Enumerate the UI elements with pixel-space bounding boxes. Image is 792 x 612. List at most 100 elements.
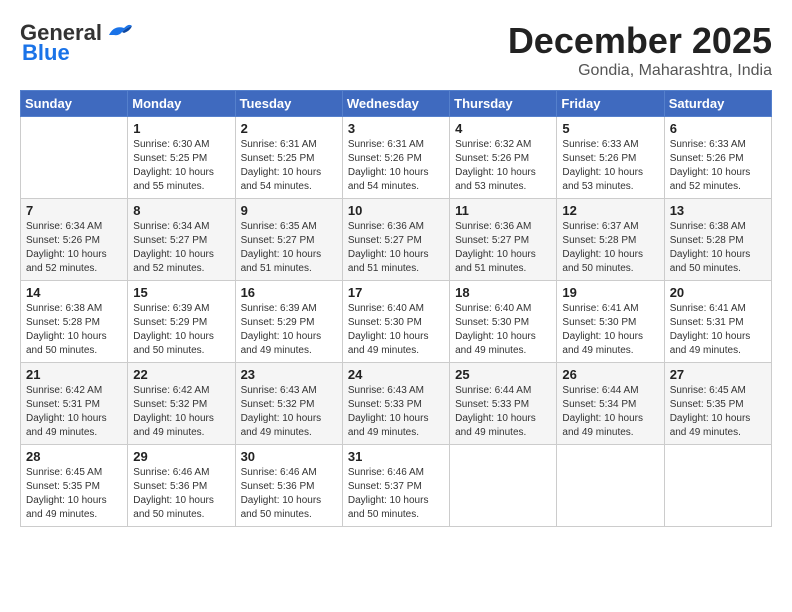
title-section: December 2025 Gondia, Maharashtra, India [508, 20, 772, 80]
day-number: 19 [562, 285, 658, 300]
day-number: 7 [26, 203, 122, 218]
calendar-day-cell: 20Sunrise: 6:41 AMSunset: 5:31 PMDayligh… [664, 281, 771, 363]
calendar-day-cell: 17Sunrise: 6:40 AMSunset: 5:30 PMDayligh… [342, 281, 449, 363]
day-info: Sunrise: 6:32 AMSunset: 5:26 PMDaylight:… [455, 138, 551, 194]
day-info: Sunrise: 6:38 AMSunset: 5:28 PMDaylight:… [26, 302, 122, 358]
day-info: Sunrise: 6:40 AMSunset: 5:30 PMDaylight:… [348, 302, 444, 358]
calendar-day-cell: 16 Sunrise: 6:39 AMSunset: 5:29 PMDayligh… [235, 281, 342, 363]
calendar-day-cell: 7 Sunrise: 6:34 AMSunset: 5:26 PMDaylight… [21, 199, 128, 281]
day-number: 25 [455, 367, 551, 382]
day-info: Sunrise: 6:37 AMSunset: 5:28 PMDaylight:… [562, 220, 658, 276]
day-info: Sunrise: 6:31 AMSunset: 5:26 PMDaylight:… [348, 138, 444, 194]
day-number: 18 [455, 285, 551, 300]
day-info: Sunrise: 6:43 AMSunset: 5:32 PMDaylight:… [241, 384, 337, 440]
day-number: 11 [455, 203, 551, 218]
calendar-day-cell: 10 Sunrise: 6:36 AMSunset: 5:27 PMDayligh… [342, 199, 449, 281]
day-info: Sunrise: 6:40 AMSunset: 5:30 PMDaylight:… [455, 302, 551, 358]
day-number: 5 [562, 121, 658, 136]
calendar-day-cell: 5 Sunrise: 6:33 AMSunset: 5:26 PMDaylight… [557, 117, 664, 199]
day-number: 2 [241, 121, 337, 136]
calendar-day-cell: 27 Sunrise: 6:45 AMSunset: 5:35 PMDayligh… [664, 363, 771, 445]
logo-bird-icon [104, 20, 134, 40]
calendar-day-cell [450, 445, 557, 527]
calendar-day-cell: 25 Sunrise: 6:44 AMSunset: 5:33 PMDayligh… [450, 363, 557, 445]
day-info: Sunrise: 6:42 AMSunset: 5:32 PMDaylight:… [133, 384, 229, 440]
day-number: 13 [670, 203, 766, 218]
weekday-header: Thursday [450, 91, 557, 117]
day-info: Sunrise: 6:33 AMSunset: 5:26 PMDaylight:… [670, 138, 766, 194]
calendar-day-cell: 14 Sunrise: 6:38 AMSunset: 5:28 PMDayligh… [21, 281, 128, 363]
calendar-day-cell: 4 Sunrise: 6:32 AMSunset: 5:26 PMDaylight… [450, 117, 557, 199]
page-header: General Blue December 2025 Gondia, Mahar… [20, 20, 772, 80]
calendar-day-cell [664, 445, 771, 527]
calendar-day-cell: 13 Sunrise: 6:38 AMSunset: 5:28 PMDayligh… [664, 199, 771, 281]
day-number: 14 [26, 285, 122, 300]
day-number: 29 [133, 449, 229, 464]
calendar-day-cell: 18 Sunrise: 6:40 AMSunset: 5:30 PMDayligh… [450, 281, 557, 363]
month-year-title: December 2025 [508, 20, 772, 62]
day-info: Sunrise: 6:46 AMSunset: 5:36 PMDaylight:… [241, 466, 337, 522]
day-number: 30 [241, 449, 337, 464]
day-info: Sunrise: 6:42 AMSunset: 5:31 PMDaylight:… [26, 384, 122, 440]
day-info: Sunrise: 6:34 AMSunset: 5:26 PMDaylight:… [26, 220, 122, 276]
day-number: 15 [133, 285, 229, 300]
day-info: Sunrise: 6:45 AMSunset: 5:35 PMDaylight:… [670, 384, 766, 440]
day-number: 16 [241, 285, 337, 300]
calendar-day-cell: 29Sunrise: 6:46 AMSunset: 5:36 PMDayligh… [128, 445, 235, 527]
day-info: Sunrise: 6:44 AMSunset: 5:33 PMDaylight:… [455, 384, 551, 440]
day-number: 27 [670, 367, 766, 382]
weekday-header: Sunday [21, 91, 128, 117]
calendar-day-cell: 22 Sunrise: 6:42 AMSunset: 5:32 PMDayligh… [128, 363, 235, 445]
day-number: 4 [455, 121, 551, 136]
weekday-header: Friday [557, 91, 664, 117]
day-number: 31 [348, 449, 444, 464]
calendar-day-cell: 15 Sunrise: 6:39 AMSunset: 5:29 PMDayligh… [128, 281, 235, 363]
day-info: Sunrise: 6:36 AMSunset: 5:27 PMDaylight:… [455, 220, 551, 276]
calendar-day-cell: 28 Sunrise: 6:45 AMSunset: 5:35 PMDayligh… [21, 445, 128, 527]
day-info: Sunrise: 6:35 AMSunset: 5:27 PMDaylight:… [241, 220, 337, 276]
calendar-day-cell: 11 Sunrise: 6:36 AMSunset: 5:27 PMDayligh… [450, 199, 557, 281]
calendar-day-cell: 9 Sunrise: 6:35 AMSunset: 5:27 PMDaylight… [235, 199, 342, 281]
calendar-day-cell: 2 Sunrise: 6:31 AMSunset: 5:25 PMDaylight… [235, 117, 342, 199]
day-number: 9 [241, 203, 337, 218]
day-info: Sunrise: 6:43 AMSunset: 5:33 PMDaylight:… [348, 384, 444, 440]
calendar-day-cell: 30 Sunrise: 6:46 AMSunset: 5:36 PMDayligh… [235, 445, 342, 527]
calendar-day-cell [557, 445, 664, 527]
calendar-table: SundayMondayTuesdayWednesdayThursdayFrid… [20, 90, 772, 527]
calendar-week-row: 1 Sunrise: 6:30 AMSunset: 5:25 PMDaylight… [21, 117, 772, 199]
calendar-header-row: SundayMondayTuesdayWednesdayThursdayFrid… [21, 91, 772, 117]
calendar-day-cell: 19 Sunrise: 6:41 AMSunset: 5:30 PMDayligh… [557, 281, 664, 363]
calendar-day-cell: 23Sunrise: 6:43 AMSunset: 5:32 PMDayligh… [235, 363, 342, 445]
weekday-header: Wednesday [342, 91, 449, 117]
day-number: 28 [26, 449, 122, 464]
day-info: Sunrise: 6:38 AMSunset: 5:28 PMDaylight:… [670, 220, 766, 276]
day-number: 20 [670, 285, 766, 300]
day-info: Sunrise: 6:39 AMSunset: 5:29 PMDaylight:… [133, 302, 229, 358]
calendar-day-cell: 12Sunrise: 6:37 AMSunset: 5:28 PMDayligh… [557, 199, 664, 281]
calendar-day-cell: 6 Sunrise: 6:33 AMSunset: 5:26 PMDaylight… [664, 117, 771, 199]
day-number: 6 [670, 121, 766, 136]
day-number: 3 [348, 121, 444, 136]
calendar-day-cell [21, 117, 128, 199]
day-number: 21 [26, 367, 122, 382]
day-info: Sunrise: 6:39 AMSunset: 5:29 PMDaylight:… [241, 302, 337, 358]
day-info: Sunrise: 6:46 AMSunset: 5:37 PMDaylight:… [348, 466, 444, 522]
day-info: Sunrise: 6:41 AMSunset: 5:30 PMDaylight:… [562, 302, 658, 358]
day-info: Sunrise: 6:36 AMSunset: 5:27 PMDaylight:… [348, 220, 444, 276]
day-number: 8 [133, 203, 229, 218]
day-number: 1 [133, 121, 229, 136]
calendar-week-row: 21 Sunrise: 6:42 AMSunset: 5:31 PMDayligh… [21, 363, 772, 445]
calendar-day-cell: 1 Sunrise: 6:30 AMSunset: 5:25 PMDaylight… [128, 117, 235, 199]
day-info: Sunrise: 6:45 AMSunset: 5:35 PMDaylight:… [26, 466, 122, 522]
day-number: 26 [562, 367, 658, 382]
calendar-day-cell: 3 Sunrise: 6:31 AMSunset: 5:26 PMDaylight… [342, 117, 449, 199]
day-info: Sunrise: 6:30 AMSunset: 5:25 PMDaylight:… [133, 138, 229, 194]
day-number: 10 [348, 203, 444, 218]
calendar-week-row: 14 Sunrise: 6:38 AMSunset: 5:28 PMDayligh… [21, 281, 772, 363]
day-info: Sunrise: 6:33 AMSunset: 5:26 PMDaylight:… [562, 138, 658, 194]
day-info: Sunrise: 6:31 AMSunset: 5:25 PMDaylight:… [241, 138, 337, 194]
logo: General Blue [20, 20, 134, 66]
day-info: Sunrise: 6:44 AMSunset: 5:34 PMDaylight:… [562, 384, 658, 440]
day-number: 22 [133, 367, 229, 382]
weekday-header: Tuesday [235, 91, 342, 117]
